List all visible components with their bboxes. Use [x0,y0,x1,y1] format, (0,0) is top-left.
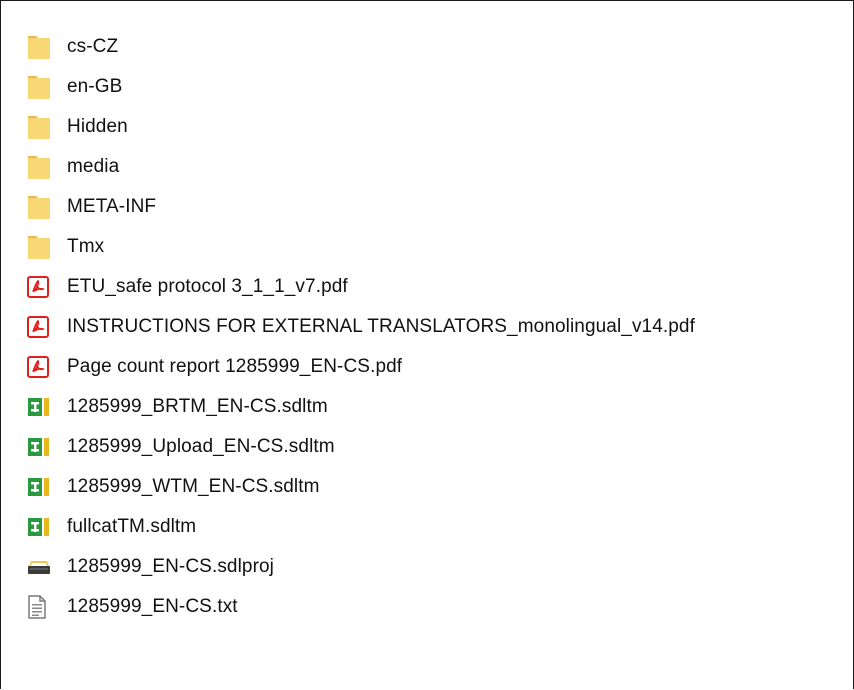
sdltm-icon [27,514,53,540]
file-name: cs-CZ [67,36,119,57]
file-name: 1285999_BRTM_EN-CS.sdltm [67,396,328,417]
text-file-icon [27,594,53,620]
folder-icon [27,114,53,140]
file-name: Hidden [67,116,128,137]
list-item[interactable]: Hidden [27,107,128,147]
file-name: media [67,156,120,177]
list-item[interactable]: fullcatTM.sdltm [27,507,196,547]
file-explorer-window: cs-CZ en-GB Hidden media META-INF Tmx ET… [0,0,854,689]
file-name: Tmx [67,236,105,257]
list-item[interactable]: META-INF [27,187,156,227]
list-item[interactable]: 1285999_EN-CS.txt [27,587,238,627]
list-item[interactable]: ETU_safe protocol 3_1_1_v7.pdf [27,267,348,307]
file-name: 1285999_EN-CS.txt [67,596,238,617]
list-item[interactable]: cs-CZ [27,27,118,67]
sdltm-icon [27,474,53,500]
file-name: en-GB [67,76,123,97]
folder-icon [27,194,53,220]
sdltm-icon [27,434,53,460]
folder-icon [27,234,53,260]
sdltm-icon [27,394,53,420]
folder-icon [27,154,53,180]
list-item[interactable]: 1285999_BRTM_EN-CS.sdltm [27,387,328,427]
list-item[interactable]: Page count report 1285999_EN-CS.pdf [27,347,402,387]
file-name: 1285999_WTM_EN-CS.sdltm [67,476,320,497]
folder-icon [27,74,53,100]
file-name: fullcatTM.sdltm [67,516,197,537]
list-item[interactable]: INSTRUCTIONS FOR EXTERNAL TRANSLATORS_mo… [27,307,695,347]
file-name: META-INF [67,196,157,217]
list-item[interactable]: media [27,147,119,187]
list-item[interactable]: en-GB [27,67,122,107]
pdf-icon [27,314,53,340]
list-item[interactable]: 1285999_Upload_EN-CS.sdltm [27,427,335,467]
pdf-icon [27,354,53,380]
folder-icon [27,34,53,60]
pdf-icon [27,274,53,300]
file-name: 1285999_Upload_EN-CS.sdltm [67,436,335,457]
list-item[interactable]: Tmx [27,227,104,267]
file-name: ETU_safe protocol 3_1_1_v7.pdf [67,276,348,297]
list-item[interactable]: 1285999_EN-CS.sdlproj [27,547,274,587]
file-name: Page count report 1285999_EN-CS.pdf [67,356,403,377]
list-item[interactable]: 1285999_WTM_EN-CS.sdltm [27,467,320,507]
sdlproj-icon [27,554,53,580]
file-name: INSTRUCTIONS FOR EXTERNAL TRANSLATORS_mo… [67,316,695,337]
file-name: 1285999_EN-CS.sdlproj [67,556,274,577]
